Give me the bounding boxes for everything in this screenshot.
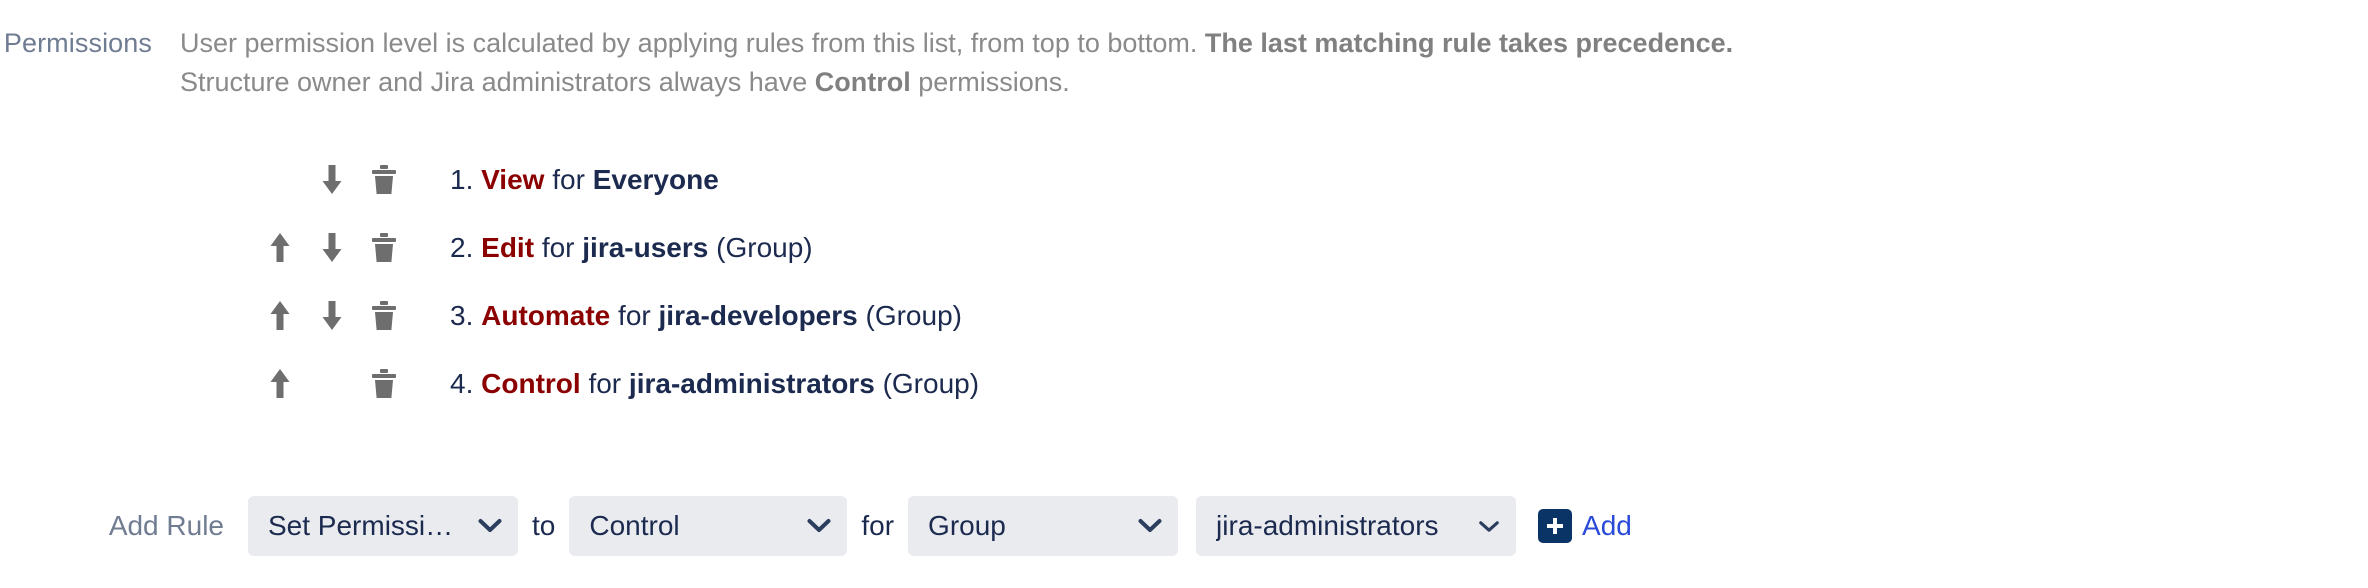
delete-slot-1	[358, 160, 410, 200]
rule-number: 1.	[450, 164, 474, 195]
permission-level-select[interactable]: Control	[569, 496, 848, 556]
trash-icon[interactable]	[364, 160, 404, 200]
rule-actions-1	[0, 160, 450, 200]
rule-text-1: 1. View for Everyone	[450, 160, 719, 200]
table-row: 1. View for Everyone	[0, 146, 2368, 214]
rule-subject: jira-administrators	[628, 368, 875, 399]
delete-slot-4	[358, 364, 410, 404]
description-line1-emphasis: The last matching rule takes precedence.	[1204, 28, 1734, 58]
permission-type-select[interactable]: Set Permission Level	[248, 496, 518, 556]
arrow-down-icon[interactable]	[312, 296, 352, 336]
rule-text-3: 3. Automate for jira-developers (Group)	[450, 296, 962, 336]
rule-actions-2	[0, 228, 450, 268]
description-line2-emphasis: Control	[814, 67, 911, 97]
move-up-slot-3	[254, 296, 306, 336]
trash-icon[interactable]	[364, 364, 404, 404]
move-up-slot-4	[254, 364, 306, 404]
rule-for-word: for	[588, 368, 622, 399]
description-line2-text: Structure owner and Jira administrators …	[180, 67, 815, 97]
add-rule-label: Add Rule	[108, 510, 224, 541]
subject-value: jira-administrators	[1216, 510, 1439, 541]
permissions-description: User permission level is calculated by a…	[180, 24, 2368, 102]
rule-subject: jira-developers	[658, 300, 858, 331]
chevron-down-icon	[1138, 518, 1162, 534]
delete-slot-2	[358, 228, 410, 268]
description-line1-text: User permission level is calculated by a…	[180, 28, 1205, 58]
rule-for-word: for	[618, 300, 651, 331]
trash-icon[interactable]	[364, 296, 404, 336]
plus-square-icon	[1538, 509, 1573, 543]
trash-icon[interactable]	[364, 228, 404, 268]
rule-for-word: for	[552, 164, 585, 195]
subject-select[interactable]: jira-administrators	[1196, 496, 1517, 556]
rule-number: 2.	[450, 232, 474, 263]
subject-type-select[interactable]: Group	[908, 496, 1179, 556]
move-down-slot-3	[306, 296, 358, 336]
add-rule-button[interactable]: Add	[1538, 509, 1632, 543]
arrow-up-icon[interactable]	[260, 364, 300, 404]
delete-slot-3	[358, 296, 410, 336]
conjunction-to: to	[532, 510, 556, 541]
chevron-down-icon	[478, 518, 502, 534]
rule-text-2: 2. Edit for jira-users (Group)	[450, 228, 813, 268]
rule-permission-level: Edit	[481, 232, 535, 263]
permissions-section: Permissions User permission level is cal…	[0, 24, 2368, 102]
permission-type-value: Set Permission Level	[268, 510, 460, 541]
rule-subject-kind: (Group)	[865, 300, 962, 331]
arrow-up-icon[interactable]	[260, 228, 300, 268]
arrow-down-icon[interactable]	[312, 228, 352, 268]
move-down-slot-1	[306, 160, 358, 200]
description-line2-tail: permissions.	[910, 67, 1070, 97]
rule-actions-3	[0, 296, 450, 336]
move-up-slot-2	[254, 228, 306, 268]
chevron-down-icon	[1478, 519, 1500, 534]
rule-subject: Everyone	[592, 164, 719, 195]
rule-for-word: for	[541, 232, 575, 263]
permissions-settings-panel: Permissions User permission level is cal…	[0, 0, 2368, 588]
conjunction-for: for	[861, 510, 895, 541]
rule-text-4: 4. Control for jira-administrators (Grou…	[450, 364, 979, 404]
move-down-slot-2	[306, 228, 358, 268]
rule-number: 4.	[450, 368, 474, 399]
rule-permission-level: Control	[481, 368, 581, 399]
table-row: 4. Control for jira-administrators (Grou…	[0, 350, 2368, 418]
chevron-down-icon	[807, 518, 831, 534]
subject-type-value: Group	[928, 510, 1006, 541]
rule-subject: jira-users	[582, 232, 709, 263]
arrow-up-icon[interactable]	[260, 296, 300, 336]
add-button-label: Add	[1582, 510, 1632, 541]
permission-rules-list: 1. View for Everyone 2. Edit for jira-us…	[0, 146, 2368, 418]
permission-level-value: Control	[589, 510, 680, 541]
add-rule-row: Add Rule Set Permission Level to Control…	[0, 496, 2368, 556]
permissions-label: Permissions	[3, 28, 152, 58]
table-row: 2. Edit for jira-users (Group)	[0, 214, 2368, 282]
rule-subject-kind: (Group)	[882, 368, 980, 399]
rule-permission-level: View	[481, 164, 545, 195]
rule-number: 3.	[450, 300, 474, 331]
arrow-down-icon[interactable]	[312, 160, 352, 200]
rule-permission-level: Automate	[481, 300, 611, 331]
rule-actions-4	[0, 364, 450, 404]
table-row: 3. Automate for jira-developers (Group)	[0, 282, 2368, 350]
rule-subject-kind: (Group)	[716, 232, 813, 263]
